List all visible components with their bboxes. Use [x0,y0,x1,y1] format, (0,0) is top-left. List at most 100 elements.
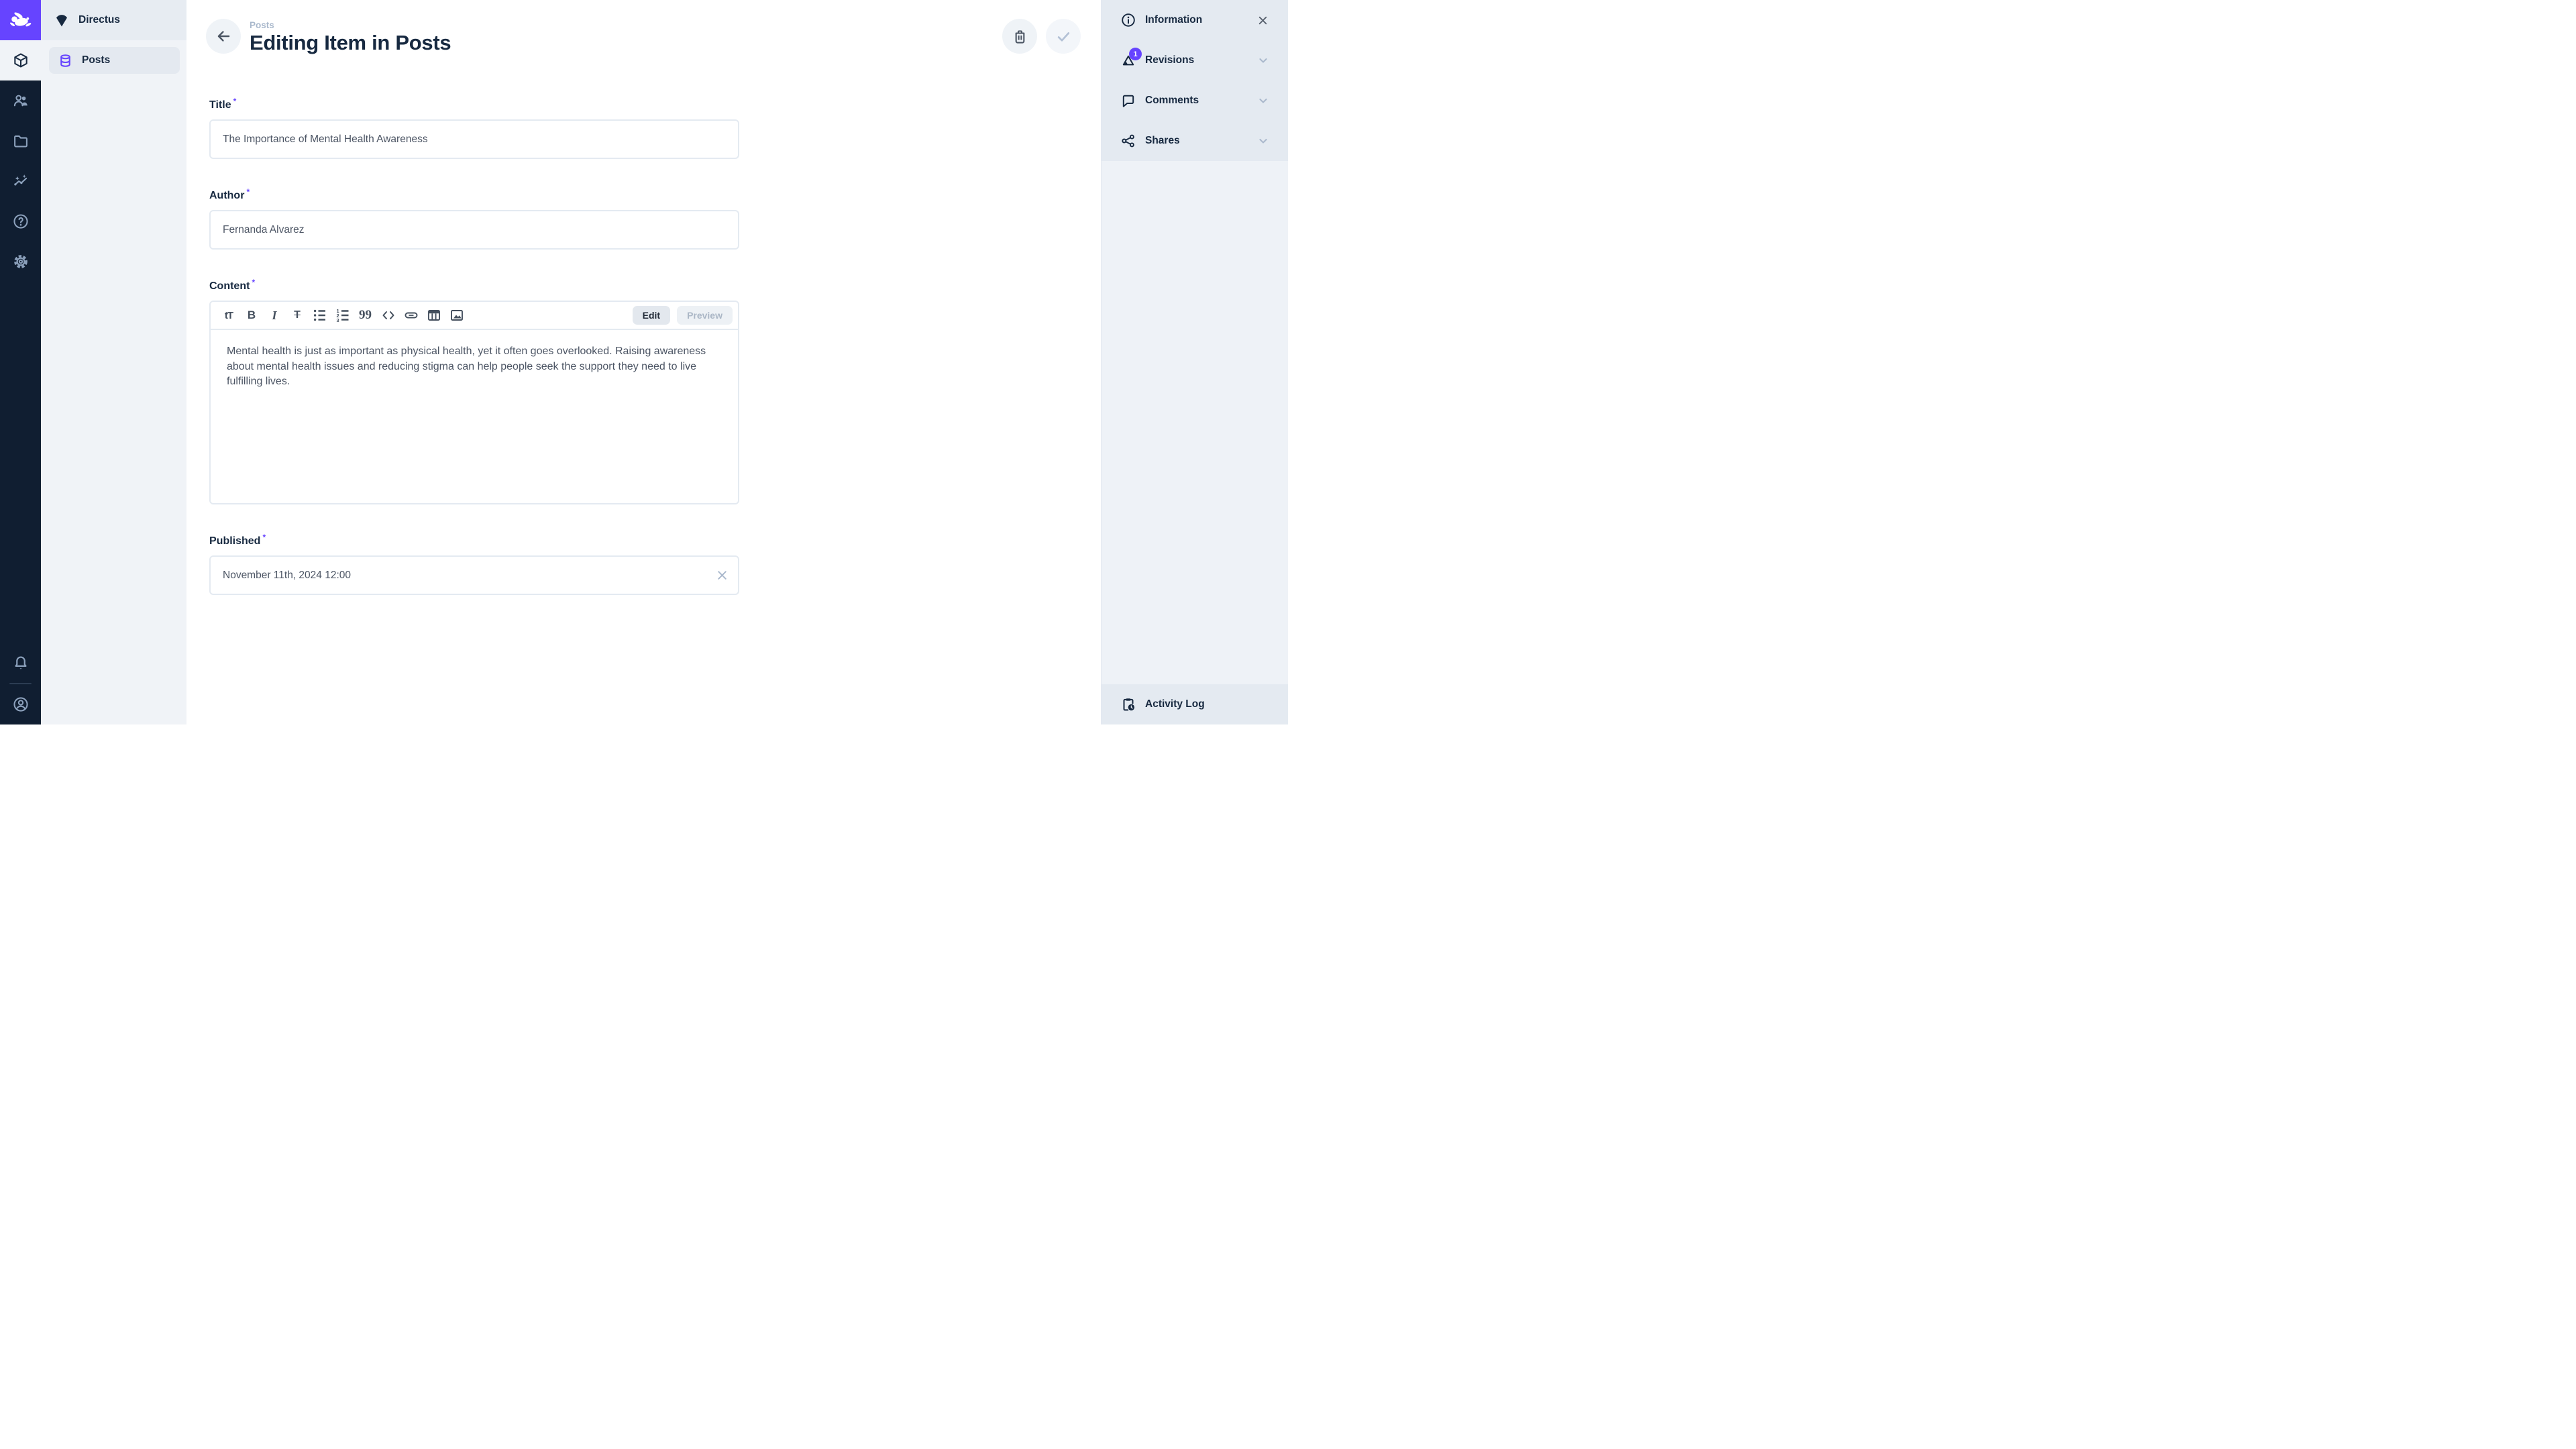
required-asterisk: * [233,97,237,106]
published-input-wrap [209,555,739,595]
breadcrumb[interactable]: Posts [250,20,451,30]
module-bar-spacer [0,282,41,643]
sidebar-section-comments[interactable]: Comments [1102,80,1288,121]
folder-icon [12,132,30,150]
page-title: Editing Item in Posts [250,31,451,55]
chevron-down-icon [1256,53,1271,68]
tab-edit[interactable]: Edit [633,306,670,325]
nav-sidebar: Directus Posts [41,0,186,724]
module-users[interactable] [0,80,41,121]
right-sidebar: Information 1 Revisions [1101,0,1288,724]
database-icon [58,53,73,68]
code-button[interactable] [377,304,400,327]
italic-icon: I [272,309,276,323]
field-published: Published* [209,533,739,595]
blockquote-icon: 99 [358,307,374,323]
field-title: Title* [209,97,739,159]
title-input[interactable] [209,119,739,159]
cube-icon [12,52,30,69]
strikethrough-icon: T [294,309,301,321]
comment-icon [1120,93,1136,109]
nav-item-label: Posts [82,54,110,66]
sidebar-empty-area [1102,161,1288,684]
sidebar-section-information[interactable]: Information [1102,0,1288,40]
nav-item-posts[interactable]: Posts [49,47,180,74]
check-icon [1055,28,1073,46]
field-published-label: Published* [209,533,739,547]
sidebar-section-shares[interactable]: Shares [1102,121,1288,161]
page-header: Posts Editing Item in Posts [186,0,1101,55]
numbered-list-icon: 1 2 3 [335,307,351,323]
published-input[interactable] [209,555,739,595]
activity-log-button[interactable]: Activity Log [1102,684,1288,724]
sidebar-section-label: Shares [1145,135,1180,147]
image-button[interactable] [445,304,468,327]
svg-text:3: 3 [337,317,339,323]
sidebar-sections: Information 1 Revisions [1102,0,1288,161]
header-titles: Posts Editing Item in Posts [250,19,451,55]
required-asterisk: * [252,278,255,287]
bullet-list-button[interactable] [309,304,331,327]
editor-textarea[interactable]: Mental health is just as important as ph… [211,330,738,503]
module-help[interactable] [0,201,41,241]
bullet-list-icon [312,307,328,323]
required-asterisk: * [246,187,250,197]
sidebar-section-label: Revisions [1145,54,1194,66]
notifications-button[interactable] [0,643,41,683]
project-name: Directus [78,14,120,26]
link-button[interactable] [400,304,423,327]
chevron-down-icon [1256,133,1271,148]
project-header[interactable]: Directus [41,0,186,40]
code-icon [380,307,396,323]
author-input[interactable] [209,210,739,250]
sidebar-section-revisions[interactable]: 1 Revisions [1102,40,1288,80]
revisions-count-badge: 1 [1129,48,1142,60]
sidebar-section-label: Comments [1145,95,1199,107]
table-icon [426,307,442,323]
bold-button[interactable]: B [240,304,263,327]
directus-app: Directus Posts Po [0,0,1288,724]
chevron-down-icon [1256,93,1271,108]
back-button[interactable] [206,19,241,54]
directus-logo[interactable] [0,0,41,40]
info-icon [1120,12,1136,28]
insights-icon [12,172,30,190]
image-icon [449,307,465,323]
header-actions [1002,19,1081,54]
heading-icon: tT [225,310,233,321]
delete-button[interactable] [1002,19,1037,54]
item-form: Title* Author* Content* tT B I T [209,97,739,595]
save-button[interactable] [1046,19,1081,54]
editor-mode-tabs: Edit Preview [633,306,733,325]
numbered-list-button[interactable]: 1 2 3 [331,304,354,327]
module-insights[interactable] [0,161,41,201]
main-content: Posts Editing Item in Posts [186,0,1101,724]
revisions-icon: 1 [1120,52,1136,68]
field-author: Author* [209,187,739,250]
sidebar-section-label: Information [1145,14,1202,26]
clear-date-button[interactable] [714,568,730,583]
help-icon [12,213,30,230]
module-files[interactable] [0,121,41,161]
link-icon [403,307,419,323]
share-icon [1120,133,1136,149]
field-author-label: Author* [209,187,739,202]
tab-preview[interactable]: Preview [677,306,733,325]
module-content[interactable] [0,40,41,80]
directus-rabbit-icon [9,8,33,32]
italic-button[interactable]: I [263,304,286,327]
user-avatar-button[interactable] [0,684,41,724]
bell-icon [12,654,30,672]
arrow-left-icon [215,28,232,45]
heading-button[interactable]: tT [217,304,240,327]
strikethrough-button[interactable]: T [286,304,309,327]
module-bar [0,0,41,724]
table-button[interactable] [423,304,445,327]
activity-log-icon [1120,696,1136,712]
module-settings[interactable] [0,241,41,282]
close-sidebar-button[interactable] [1255,13,1271,28]
blockquote-button[interactable]: 99 [354,304,377,327]
activity-log-label: Activity Log [1145,698,1205,710]
content-text: Mental health is just as important as ph… [227,344,722,390]
editor-toolbar: tT B I T [211,302,738,330]
